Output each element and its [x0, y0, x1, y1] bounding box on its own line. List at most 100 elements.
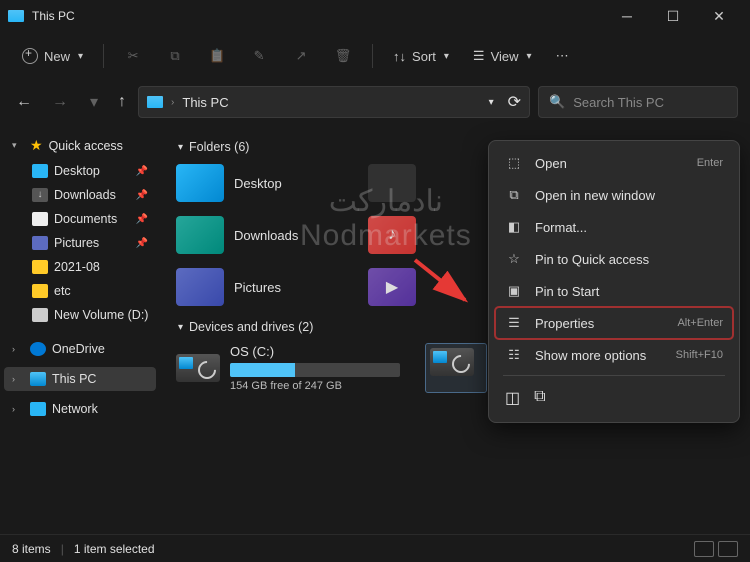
sort-button[interactable]: ↑↓ Sort ▾ [383, 43, 459, 70]
rename-icon: ✎ [250, 47, 268, 65]
this-pc-icon [30, 372, 46, 386]
drive-icon [176, 354, 220, 382]
documents-icon [32, 212, 48, 226]
status-selected: 1 item selected [74, 542, 155, 556]
videos-folder-icon: ▶ [368, 268, 416, 306]
pictures-icon [32, 236, 48, 250]
separator [503, 375, 725, 376]
copy-button[interactable]: ⧉ [156, 41, 194, 71]
search-input[interactable]: 🔍 Search This PC [538, 86, 738, 118]
nav-arrows: ← → ▾ ↑ [12, 88, 130, 116]
ctx-pin-quick-access[interactable]: ☆ Pin to Quick access [495, 243, 733, 275]
drive-icon [32, 308, 48, 322]
maximize-button[interactable]: ☐ [650, 0, 696, 32]
sidebar-item-documents[interactable]: Documents 📌 [4, 207, 156, 231]
ctx-format[interactable]: ◧ Format... [495, 211, 733, 243]
sort-label: Sort [412, 49, 436, 64]
view-grid-button[interactable] [718, 541, 738, 557]
history-button[interactable]: ▾ [86, 88, 102, 116]
paste-button[interactable]: 📋 [198, 41, 236, 71]
separator [103, 44, 104, 68]
downloads-folder-icon [176, 216, 224, 254]
footer-icon-1[interactable]: ◫ [505, 388, 520, 408]
chevron-down-icon: ▾ [12, 140, 24, 151]
forward-button[interactable]: → [48, 89, 72, 115]
ctx-properties[interactable]: ☰ Properties Alt+Enter [495, 307, 733, 339]
folder-icon [32, 284, 48, 298]
pin-icon: 📌 [136, 214, 148, 225]
titlebar: This PC ─ ☐ ✕ [0, 0, 750, 32]
minimize-button[interactable]: ─ [604, 0, 650, 32]
statusbar: 8 items | 1 item selected [0, 534, 750, 562]
view-toggles [694, 541, 738, 557]
sidebar-item-pictures[interactable]: Pictures 📌 [4, 231, 156, 255]
copy-icon: ⧉ [166, 47, 184, 65]
drive-os-c[interactable]: OS (C:) 154 GB free of 247 GB [176, 344, 406, 392]
chevron-right-icon: › [12, 404, 24, 414]
ctx-open-new-window[interactable]: ⧉ Open in new window [495, 179, 733, 211]
refresh-button[interactable]: ⟳ [508, 92, 521, 112]
back-button[interactable]: ← [12, 89, 36, 115]
sidebar: ▾ ★ Quick access Desktop 📌 ↓ Downloads 📌… [0, 124, 160, 534]
sidebar-item-etc[interactable]: etc [4, 279, 156, 303]
folder-downloads[interactable]: Downloads [176, 216, 356, 254]
properties-icon: ☰ [505, 315, 523, 331]
chevron-right-icon: › [12, 374, 24, 384]
more-icon: ☷ [505, 347, 523, 363]
sidebar-this-pc[interactable]: › This PC [4, 367, 156, 391]
network-icon [30, 402, 46, 416]
toolbar: New ▾ ✂ ⧉ 📋 ✎ ↗ 🗑 ↑↓ Sort ▾ ☰ View ▾ ⋯ [0, 32, 750, 80]
this-pc-icon [8, 10, 24, 22]
sidebar-onedrive[interactable]: › OneDrive [4, 337, 156, 361]
cut-button[interactable]: ✂ [114, 41, 152, 71]
breadcrumb-chevron: › [171, 97, 174, 108]
storage-bar [230, 363, 400, 377]
quick-access-label: Quick access [49, 139, 148, 153]
folder-desktop[interactable]: Desktop [176, 164, 356, 202]
format-icon: ◧ [505, 219, 523, 235]
chevron-down-icon: ▾ [527, 51, 532, 62]
view-details-button[interactable] [694, 541, 714, 557]
divider: | [61, 542, 64, 556]
window-title: This PC [32, 9, 604, 23]
chevron-down-icon[interactable]: ▾ [489, 97, 494, 108]
desktop-icon [32, 164, 48, 178]
delete-button[interactable]: 🗑 [324, 41, 362, 71]
chevron-down-icon: ▾ [444, 51, 449, 62]
sidebar-quick-access[interactable]: ▾ ★ Quick access [4, 132, 156, 159]
rename-button[interactable]: ✎ [240, 41, 278, 71]
navbar: ← → ▾ ↑ › This PC ▾ ⟳ 🔍 Search This PC [0, 80, 750, 124]
chevron-down-icon: ▾ [78, 51, 83, 62]
close-button[interactable]: ✕ [696, 0, 742, 32]
new-button[interactable]: New ▾ [12, 42, 93, 70]
address-bar[interactable]: › This PC ▾ ⟳ [138, 86, 530, 118]
cut-icon: ✂ [124, 47, 142, 65]
folder-icon [32, 260, 48, 274]
pin-start-icon: ▣ [505, 283, 523, 299]
sidebar-item-new-volume[interactable]: New Volume (D:) [4, 303, 156, 327]
share-button[interactable]: ↗ [282, 41, 320, 71]
sidebar-item-downloads[interactable]: ↓ Downloads 📌 [4, 183, 156, 207]
delete-icon: 🗑 [334, 47, 352, 65]
chevron-right-icon: › [12, 344, 24, 354]
sidebar-network[interactable]: › Network [4, 397, 156, 421]
view-icon: ☰ [473, 48, 485, 64]
ctx-open[interactable]: ⬚ Open Enter [495, 147, 733, 179]
sidebar-item-desktop[interactable]: Desktop 📌 [4, 159, 156, 183]
footer-icon-2[interactable]: ⧉ [534, 388, 545, 408]
up-button[interactable]: ↑ [114, 89, 130, 115]
downloads-icon: ↓ [32, 188, 48, 202]
ctx-pin-start[interactable]: ▣ Pin to Start [495, 275, 733, 307]
status-items: 8 items [12, 542, 51, 556]
window-controls: ─ ☐ ✕ [604, 0, 742, 32]
pin-icon: 📌 [136, 166, 148, 177]
view-label: View [491, 49, 519, 64]
view-button[interactable]: ☰ View ▾ [463, 42, 542, 70]
sidebar-item-2021-08[interactable]: 2021-08 [4, 255, 156, 279]
folder-pictures[interactable]: Pictures [176, 268, 356, 306]
ctx-show-more[interactable]: ☷ Show more options Shift+F10 [495, 339, 733, 371]
onedrive-icon [30, 342, 46, 356]
pin-icon: 📌 [136, 190, 148, 201]
drive-secondary[interactable] [426, 344, 486, 392]
more-button[interactable]: ⋯ [546, 42, 579, 70]
